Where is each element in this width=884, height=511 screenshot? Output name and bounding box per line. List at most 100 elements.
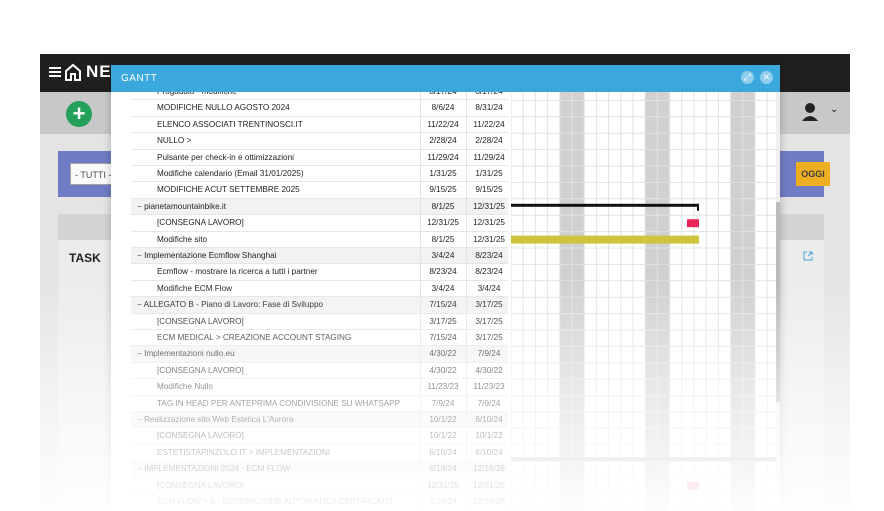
gantt-task-row[interactable]: [CONSEGNA LAVORO] 12/31/25 12/31/25 xyxy=(131,215,508,232)
user-avatar-icon[interactable] xyxy=(801,102,819,122)
end-date: 12/31/25 xyxy=(473,480,505,490)
gantt-task-row[interactable]: ECM FLOW > 5 - GENERAZIONE AUTOMATICA CE… xyxy=(131,494,508,511)
collapse-toggle-icon[interactable]: − xyxy=(137,300,142,309)
task-name: ECM MEDICAL > CREAZIONE ACCOUNT STAGING xyxy=(157,333,432,342)
task-name-text: TAG IN HEAD PER ANTEPRIMA CONDIVISIONE S… xyxy=(157,398,401,408)
end-date: 8/23/24 xyxy=(475,251,503,260)
gantt-task-row[interactable]: [CONSEGNA LAVORO] 3/17/25 3/17/25 xyxy=(131,313,508,330)
gantt-task-row[interactable]: Modifiche ECM Flow 3/4/24 3/4/24 xyxy=(131,280,508,298)
start-date: 4/30/22 xyxy=(429,365,457,375)
collapse-toggle-icon[interactable]: − xyxy=(137,464,142,473)
end-date: 11/23/23 xyxy=(473,382,505,392)
task-name-text: Modifiche Nullo xyxy=(157,382,213,392)
gantt-task-row[interactable]: MODIFICHE ACUT SETTEMBRE 2025 9/15/25 9/15… xyxy=(131,182,508,199)
home-logo-icon[interactable] xyxy=(65,63,81,81)
task-name-text: Modifiche ECM Flow xyxy=(157,283,233,293)
gantt-task-row[interactable]: ESTETISTAPINZOLO.IT > IMPLEMENTAZIONI 6/1… xyxy=(131,444,508,462)
task-name: [CONSEGNA LAVORO] xyxy=(157,431,432,440)
menu-icon[interactable] xyxy=(49,67,61,77)
task-name-text: Modifiche sito xyxy=(157,234,208,244)
task-name-text: pianetamountainbike.it xyxy=(144,201,227,211)
vertical-scrollbar[interactable] xyxy=(776,92,780,511)
gantt-task-row[interactable]: ELENCO ASSOCIATI TRENTINOSCI.IT 11/22/24 1… xyxy=(131,116,508,134)
task-name-text: [CONSEGNA LAVORO] xyxy=(157,316,244,326)
task-title: TASK xyxy=(69,251,101,265)
modal-title: GANTT xyxy=(121,73,158,84)
collapse-toggle-icon[interactable]: − xyxy=(137,349,142,358)
weekend-column xyxy=(742,92,755,511)
summary-bar-end xyxy=(697,203,699,211)
task-name: Pulsante per check-in e ottimizzazioni xyxy=(157,153,432,162)
task-name: − pianetamountainbike.it xyxy=(137,202,412,211)
gantt-task-row[interactable]: MODIFICHE NULLO AGOSTO 2024 8/6/24 8/31/24 xyxy=(131,100,508,117)
gantt-task-row[interactable]: [CONSEGNA LAVORO] 10/1/22 10/1/22 xyxy=(131,428,508,445)
end-date: 12/31/25 xyxy=(473,234,505,244)
add-button[interactable]: + xyxy=(66,101,92,127)
gantt-task-row[interactable]: Ecmflow - mostrare la ricerca a tutti i … xyxy=(131,264,508,281)
task-name: [CONSEGNA LAVORO] xyxy=(157,481,432,490)
start-date: 3/4/24 xyxy=(431,283,455,293)
gantt-task-row[interactable]: Modifiche calendario (Email 31/01/2025) 1… xyxy=(131,166,508,183)
gantt-group-row[interactable]: − Implementazione Ecmflow Shanghai 3/4/24… xyxy=(131,248,508,265)
gantt-group-row[interactable]: − IMPLEMENTAZIONI 2024 - ECM FLOW 6/18/24… xyxy=(131,461,508,478)
collapse-toggle-icon[interactable]: − xyxy=(137,251,142,260)
task-name-text: ELENCO ASSOCIATI TRENTINOSCI.IT xyxy=(157,119,303,129)
gantt-group-row[interactable]: − ALLEGATO B - Piano di Lavoro: Fase di … xyxy=(131,297,508,314)
task-name: ECM FLOW > 5 - GENERAZIONE AUTOMATICA CE… xyxy=(157,497,432,506)
task-name-text: Modifiche calendario (Email 31/01/2025) xyxy=(157,169,304,178)
task-name-text: Pulsante per check-in e ottimizzazioni xyxy=(157,152,294,162)
task-name-text: IMPLEMENTAZIONI 2024 - ECM FLOW xyxy=(144,464,291,474)
task-name-text: Realizzazione sito Web Estetica L'Aurora xyxy=(144,415,294,424)
gantt-task-row[interactable]: NULLO > 2/28/24 2/28/24 xyxy=(131,133,508,150)
expand-icon[interactable]: ⤢ xyxy=(741,71,754,84)
gantt-group-row[interactable]: − pianetamountainbike.it 8/1/25 12/31/25 xyxy=(131,198,508,216)
start-date: 9/15/25 xyxy=(429,185,457,195)
start-date: 7/9/24 xyxy=(431,398,455,408)
task-name-text: NULLO > xyxy=(157,136,192,146)
end-date: 7/9/24 xyxy=(477,398,501,408)
gantt-task-row[interactable]: [CONSEGNA LAVORO] 12/31/25 12/31/25 xyxy=(131,477,508,494)
collapse-toggle-icon[interactable]: − xyxy=(137,415,142,424)
end-date: 3/4/24 xyxy=(477,283,501,293)
task-name: TAG IN HEAD PER ANTEPRIMA CONDIVISIONE S… xyxy=(157,399,432,408)
gantt-group-row[interactable]: − Implementazioni nullo.eu 4/30/22 7/9/24 xyxy=(131,346,508,363)
task-name-text: [CONSEGNA LAVORO] xyxy=(157,480,244,490)
gantt-task-row[interactable]: Pulsante per check-in e ottimizzazioni 11… xyxy=(131,149,508,166)
gantt-task-row[interactable]: Progaudio - modifiche 8/17/248/17/24 xyxy=(131,92,508,101)
task-name-text: ESTETISTAPINZOLO.IT > IMPLEMENTAZIONI xyxy=(157,447,331,457)
gantt-timeline xyxy=(511,92,776,511)
external-link-icon[interactable] xyxy=(803,251,813,261)
task-name-text: Implementazione Ecmflow Shanghai xyxy=(144,251,277,260)
gantt-group-row[interactable]: − Realizzazione sito Web Estetica L'Auro… xyxy=(131,412,508,429)
gantt-task-row[interactable]: Modifiche Nullo 11/23/23 11/23/23 xyxy=(131,379,508,396)
start-date: 6/18/24 xyxy=(429,497,457,506)
today-button[interactable]: OGGI xyxy=(796,162,830,186)
task-name: [CONSEGNA LAVORO] xyxy=(157,366,432,375)
task-bar xyxy=(511,235,699,244)
task-name: Progaudio - modifiche xyxy=(157,92,432,96)
end-date: 12/16/26 xyxy=(473,464,505,474)
end-date: 3/17/25 xyxy=(475,316,503,326)
gantt-task-row[interactable]: ECM MEDICAL > CREAZIONE ACCOUNT STAGING 7… xyxy=(131,330,508,347)
logo-text: NE xyxy=(86,62,112,81)
task-name: ELENCO ASSOCIATI TRENTINOSCI.IT xyxy=(157,120,432,129)
start-date: 3/4/24 xyxy=(431,251,455,260)
start-date: 8/17/24 xyxy=(421,92,465,96)
end-date: 8/23/24 xyxy=(475,267,503,277)
gantt-task-row[interactable]: Modifiche sito 8/1/25 12/31/25 xyxy=(131,231,508,248)
chevron-down-icon[interactable]: ⌄ xyxy=(830,104,838,115)
weekend-column xyxy=(572,92,585,511)
end-date: 11/22/24 xyxy=(473,119,505,129)
gantt-task-row[interactable]: TAG IN HEAD PER ANTEPRIMA CONDIVISIONE S… xyxy=(131,395,508,412)
end-date: 9/15/25 xyxy=(475,185,503,195)
weekend-column xyxy=(657,92,670,511)
scrollbar-thumb[interactable] xyxy=(776,202,780,402)
start-date: 8/23/24 xyxy=(429,267,457,277)
task-name-text: ECM MEDICAL > CREAZIONE ACCOUNT STAGING xyxy=(157,333,352,342)
task-name: Modifiche ECM Flow xyxy=(157,284,432,293)
task-name-text: Ecmflow - mostrare la ricerca a tutti i … xyxy=(157,267,318,277)
close-icon[interactable]: ✕ xyxy=(760,71,773,84)
collapse-toggle-icon[interactable]: − xyxy=(137,202,142,211)
gantt-task-row[interactable]: [CONSEGNA LAVORO] 4/30/22 4/30/22 xyxy=(131,362,508,380)
start-date: 11/23/23 xyxy=(427,382,459,392)
